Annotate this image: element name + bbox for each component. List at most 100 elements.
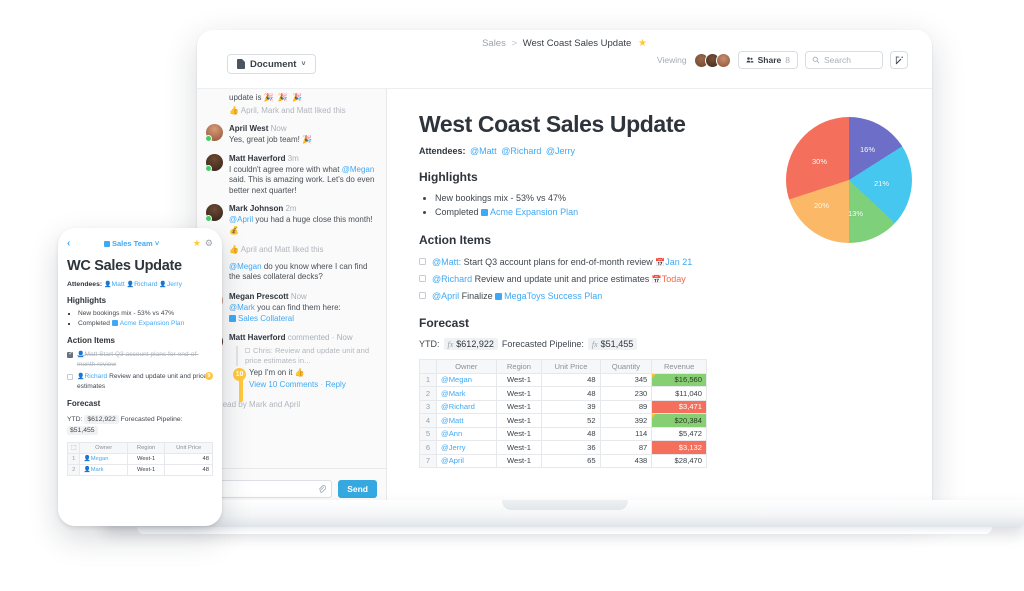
action-item[interactable]: @Matt: Start Q3 account plans for end-of… [419,256,906,269]
cell-owner[interactable]: @Mark [436,386,497,401]
action-item[interactable]: 👤Matt Start Q3 account plans for end-of-… [67,350,213,369]
chat-message[interactable]: Mark Johnson 2m @April you had a huge cl… [205,203,377,236]
row-number[interactable]: 2 [419,386,437,401]
table-row[interactable]: 3 @Richard West-1 39 89 $3,471 [419,399,707,414]
cell-unit-price[interactable]: 48 [541,426,601,441]
chat-message[interactable]: Megan Prescott Now @Mark you can find th… [205,291,377,325]
cell-owner[interactable]: @Ann [436,426,497,441]
mention-link[interactable]: 👤Richard [77,373,107,380]
table-row[interactable]: 2 @Mark West-1 48 230 $11,040 [419,386,707,401]
cell-region[interactable]: West-1 [495,440,543,455]
table-corner-cell[interactable] [419,359,437,374]
column-header[interactable]: Revenue [651,359,707,374]
cell-unit-price[interactable]: 52 [541,413,601,428]
mention-link[interactable]: @Mark [229,303,255,312]
table-row[interactable]: 2 👤Mark West-1 48 [66,464,213,476]
row-number[interactable]: 1 [66,453,81,465]
row-number[interactable]: 3 [419,399,437,414]
column-header[interactable]: Region [126,442,166,454]
column-header[interactable]: Unit Price [541,359,601,374]
chat-message[interactable]: April West Now Yes, great job team! 🎉 [205,123,377,146]
cell-owner[interactable]: @Richard [436,399,497,414]
cell-region[interactable]: West-1 [126,453,166,465]
cell-quantity[interactable]: 87 [599,440,653,455]
column-header[interactable]: Unit Price [164,442,213,454]
reply-link[interactable]: Reply [325,380,345,389]
cell-region[interactable]: West-1 [126,464,166,476]
mention-link[interactable]: @Richard [432,274,472,284]
column-header[interactable]: Owner [436,359,497,374]
action-item[interactable]: 👤Richard Review and update unit and pric… [67,372,213,391]
team-selector[interactable]: Sales Team ˅ [74,239,189,248]
table-corner-cell[interactable]: ⬚ [66,442,81,454]
attendee-chip[interactable]: 👤Jerry [159,281,182,288]
row-number[interactable]: 5 [419,426,437,441]
table-row[interactable]: 4 @Matt West-1 52 392 $20,384 [419,413,707,428]
cell-region[interactable]: West-1 [495,386,543,401]
cell-revenue[interactable]: $28,470 [651,453,707,468]
cell-region[interactable]: West-1 [495,372,543,387]
column-header[interactable]: Quantity [599,359,653,374]
cell-region[interactable]: West-1 [495,399,543,414]
column-header[interactable]: Region [495,359,543,374]
table-row[interactable]: 7 @April West-1 65 438 $28,470 [419,453,707,468]
checkbox[interactable] [419,258,426,265]
attendee-mention[interactable]: @Richard [501,146,541,156]
cell-unit-price[interactable]: 48 [164,464,213,476]
cell-revenue[interactable]: $11,040 [651,386,707,401]
cell-revenue[interactable]: $20,384 [651,413,707,428]
cell-unit-price[interactable]: 65 [541,453,601,468]
share-button[interactable]: Share 8 [737,51,798,69]
cell-revenue[interactable]: $16,560 [651,372,707,387]
search-input[interactable]: Search [805,51,883,69]
cell-owner[interactable]: @Matt [436,413,497,428]
chat-message-input[interactable] [206,479,333,498]
attendee-chip[interactable]: 👤Richard [127,281,158,288]
breadcrumb-root[interactable]: Sales [482,38,506,49]
paperclip-icon[interactable] [317,484,327,493]
cell-region[interactable]: West-1 [495,426,543,441]
chat-message[interactable]: Matt Haverford commented · Now Chris: Re… [205,332,377,402]
avatar[interactable] [715,52,731,68]
forecast-table[interactable]: Owner Region Unit Price Quantity Revenue… [419,359,707,468]
cell-region[interactable]: West-1 [495,413,543,428]
table-row[interactable]: 5 @Ann West-1 48 114 $5,472 [419,426,707,441]
table-row[interactable]: 1 👤Megan West-1 48 [66,453,213,465]
chat-message[interactable]: Matt Haverford 3m I couldn't agree more … [205,153,377,197]
cell-quantity[interactable]: 345 [599,372,653,387]
message-attachment-link[interactable]: Sales Collateral [229,314,377,325]
comment-count-badge[interactable]: 9 [205,372,213,380]
send-button[interactable]: Send [338,479,377,498]
action-item[interactable]: @Richard Review and update unit and pric… [419,273,906,286]
table-row[interactable]: 1 @Megan West-1 48 345 $16,560 [419,372,707,387]
cell-quantity[interactable]: 230 [599,386,653,401]
cell-unit-price[interactable]: 48 [541,386,601,401]
document-link[interactable]: Acme Expansion Plan [120,320,185,327]
document-link[interactable]: MegaToys Success Plan [504,291,602,301]
mention-link[interactable]: @April [432,291,459,301]
cell-region[interactable]: West-1 [495,453,543,468]
cell-quantity[interactable]: 438 [599,453,653,468]
row-number[interactable]: 2 [66,464,81,476]
action-item[interactable]: @April Finalize MegaToys Success Plan [419,290,906,302]
mention-link[interactable]: @Matt: [432,257,461,267]
checkbox[interactable] [67,373,73,380]
checkbox-checked[interactable] [67,350,73,358]
favorite-star-icon[interactable]: ★ [638,38,647,49]
cell-owner[interactable]: 👤Megan [79,453,128,465]
star-icon[interactable]: ★ [193,238,201,249]
view-comments-link[interactable]: View 10 Comments [249,380,318,389]
attendee-chip[interactable]: 👤Matt [104,281,125,288]
cell-owner[interactable]: @April [436,453,497,468]
cell-unit-price[interactable]: 48 [164,453,213,465]
row-number[interactable]: 7 [419,453,437,468]
column-header[interactable]: Owner [79,442,128,454]
cell-unit-price[interactable]: 48 [541,372,601,387]
back-icon[interactable]: ‹ [67,238,70,249]
document-link[interactable]: Acme Expansion Plan [490,207,578,217]
cell-quantity[interactable]: 114 [599,426,653,441]
compose-button[interactable] [890,51,908,69]
gear-icon[interactable]: ⚙ [205,238,213,249]
row-number[interactable]: 6 [419,440,437,455]
row-number[interactable]: 1 [419,372,437,387]
